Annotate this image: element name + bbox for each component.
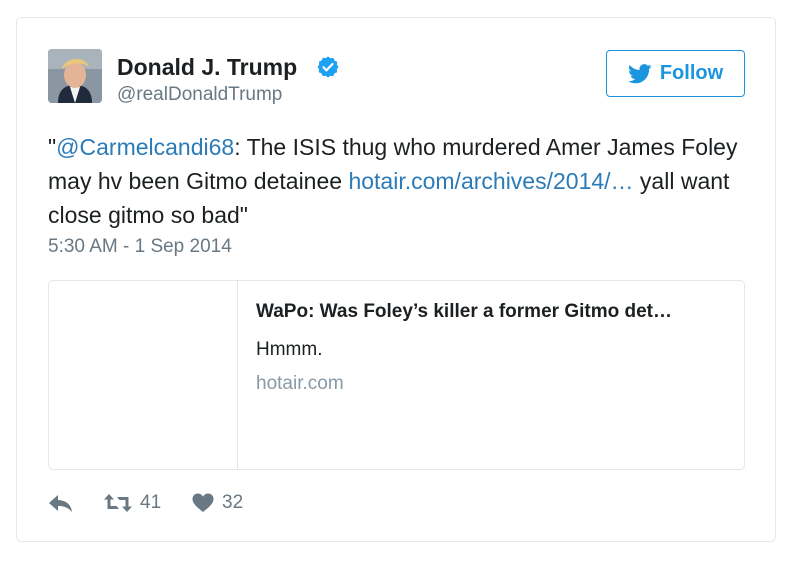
mention-link[interactable]: @Carmelcandi68 (56, 134, 234, 160)
timestamp-link[interactable]: 5:30 AM - 1 Sep 2014 (48, 236, 232, 258)
url-link[interactable]: hotair.com/archives/2014/… (348, 168, 633, 194)
reply-button[interactable] (48, 492, 74, 514)
tweet-text: "@Carmelcandi68: The ISIS thug who murde… (48, 130, 748, 232)
like-count: 32 (222, 492, 244, 513)
retweet-button[interactable]: 41 (104, 492, 161, 514)
retweet-icon (104, 494, 132, 512)
follow-label: Follow (659, 62, 724, 84)
avatar[interactable] (48, 49, 102, 103)
link-preview-card[interactable]: WaPo: Was Foley’s killer a former Gitmo … (48, 280, 745, 470)
follow-button[interactable]: Follow (606, 50, 745, 97)
avatar-image (48, 49, 102, 103)
heart-icon (192, 493, 214, 512)
link-preview-domain: hotair.com (256, 373, 344, 394)
tweet-quote-open: " (48, 134, 57, 160)
verified-badge-icon (317, 56, 339, 78)
reply-icon (49, 495, 72, 512)
link-preview-thumbnail (49, 281, 238, 469)
like-button[interactable]: 32 (192, 492, 243, 514)
link-preview-title: WaPo: Was Foley’s killer a former Gitmo … (256, 301, 672, 322)
retweet-count: 41 (140, 492, 162, 513)
display-name[interactable]: Donald J. Trump (117, 54, 297, 81)
user-handle[interactable]: @realDonaldTrump (117, 84, 282, 106)
twitter-bird-icon (627, 63, 652, 83)
link-preview-description: Hmmm. (256, 339, 323, 360)
